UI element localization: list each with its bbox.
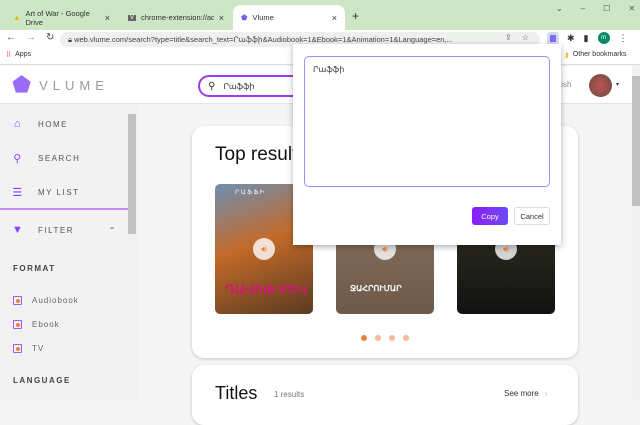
vlume-favicon: ⬟ bbox=[241, 13, 248, 22]
minimize-button[interactable]: – bbox=[581, 4, 585, 13]
checkbox-label: TV bbox=[32, 344, 45, 353]
language-heading: LANGUAGE bbox=[13, 376, 71, 385]
new-tab-button[interactable]: + bbox=[352, 9, 359, 23]
folder-icon: ▮ bbox=[565, 52, 569, 59]
see-more-label: See more bbox=[504, 389, 539, 398]
sidebar: ⌂ HOME ⚲ SEARCH ☰ MY LIST ▼ FILTER ⌃ FORMAT A… bbox=[0, 104, 138, 400]
tab-vlume[interactable]: ⬟ Vlume × bbox=[233, 5, 345, 30]
sidebar-item-my-list[interactable]: ☰ MY LIST bbox=[12, 186, 79, 199]
format-ebook-checkbox[interactable]: Ebook bbox=[13, 320, 60, 329]
list-icon: ☰ bbox=[12, 187, 24, 199]
other-bookmarks[interactable]: ▮ Other bookmarks bbox=[565, 51, 627, 59]
search-value: Րաֆֆի bbox=[223, 81, 255, 91]
audio-play-icon[interactable]: 🔊︎ bbox=[253, 238, 275, 260]
text-area-value: Րաֆֆի bbox=[313, 65, 345, 74]
checkbox-label: Audiobook bbox=[32, 296, 79, 305]
user-avatar[interactable] bbox=[589, 74, 612, 97]
close-icon[interactable]: × bbox=[105, 13, 110, 23]
bookmark-star-icon[interactable]: ☆ bbox=[522, 33, 529, 42]
nav-label: SEARCH bbox=[38, 154, 81, 163]
logo-icon: ⬟ bbox=[12, 72, 32, 97]
share-icon[interactable]: ⇪ bbox=[505, 33, 512, 42]
format-tv-checkbox[interactable]: TV bbox=[13, 344, 44, 353]
avatar-dropdown-icon[interactable]: ▾ bbox=[616, 81, 619, 88]
filter-funnel-icon: ▼ bbox=[12, 224, 25, 236]
format-heading: FORMAT bbox=[13, 264, 56, 273]
cancel-button[interactable]: Cancel bbox=[514, 207, 550, 225]
extension-popup: Րաֆֆի Copy Cancel bbox=[293, 44, 561, 245]
nav-label: HOME bbox=[38, 119, 68, 129]
apps-grid-icon: ⠿ bbox=[6, 52, 12, 59]
checkbox-label: Ebook bbox=[32, 320, 60, 329]
cover-author: Ր Ա Ֆ Ֆ Ի bbox=[235, 190, 265, 196]
cover-title: ՋԱՀՐՈՒՄԱՐ bbox=[350, 284, 402, 293]
reload-icon[interactable]: ↻ bbox=[46, 32, 54, 43]
chevron-right-icon: › bbox=[544, 389, 548, 398]
tab-title: Vlume bbox=[252, 13, 274, 22]
nav-label: MY LIST bbox=[38, 188, 80, 197]
close-window-button[interactable]: ✕ bbox=[628, 4, 635, 13]
carousel-dot-2[interactable] bbox=[375, 335, 381, 341]
tab-title: Art of War - Google Drive bbox=[25, 8, 90, 27]
back-icon[interactable]: ← bbox=[6, 32, 16, 43]
see-more-link[interactable]: See more › bbox=[504, 389, 547, 398]
chevron-up-icon: ⌃ bbox=[108, 225, 117, 235]
carousel-dot-3[interactable] bbox=[389, 335, 395, 341]
tab-google-drive[interactable]: ▲ Art of War - Google Drive × bbox=[5, 5, 118, 30]
url-text: web.vlume.com/search?type=title&search_t… bbox=[74, 35, 453, 44]
titles-count: 1 results bbox=[274, 390, 305, 399]
tab-extension[interactable]: Vchrome-extension://adioimbicr × bbox=[120, 5, 232, 30]
apps-bookmark[interactable]: ⠿ Apps bbox=[6, 51, 31, 59]
search-icon: ⚲ bbox=[13, 153, 23, 165]
tab-search-icon[interactable]: ⌄ bbox=[556, 4, 563, 13]
other-bookmarks-label: Other bookmarks bbox=[572, 51, 627, 58]
carousel-dot-1[interactable] bbox=[361, 335, 367, 341]
extensions-puzzle-icon[interactable]: ✱ bbox=[567, 33, 575, 44]
sidebar-scrollbar[interactable] bbox=[128, 114, 136, 234]
format-audiobook-checkbox[interactable]: Audiobook bbox=[13, 296, 79, 305]
divider bbox=[0, 208, 128, 210]
search-icon: ⚲ bbox=[208, 80, 216, 92]
page-scrollbar[interactable] bbox=[632, 66, 640, 400]
sidebar-item-search[interactable]: ⚲ SEARCH bbox=[12, 152, 80, 165]
sidebar-item-home[interactable]: ⌂ HOME bbox=[12, 118, 68, 130]
close-icon[interactable]: × bbox=[332, 13, 337, 23]
forward-icon[interactable]: → bbox=[26, 32, 36, 43]
cover-title: ԴԱՎԻԹ ԲԵԿ bbox=[225, 282, 307, 297]
vlume-logo[interactable]: ⬟ VLUME bbox=[12, 72, 109, 98]
carousel-dot-4[interactable] bbox=[403, 335, 409, 341]
filter-toggle[interactable]: ▼ FILTER ⌃ bbox=[12, 224, 117, 236]
home-icon: ⌂ bbox=[13, 118, 23, 130]
side-panel-icon[interactable]: ▮ bbox=[584, 33, 589, 44]
titles-card: Titles 1 results See more › bbox=[192, 365, 578, 425]
extension-page-icon: V bbox=[128, 14, 137, 21]
google-drive-icon: ▲ bbox=[13, 13, 21, 22]
text-area[interactable]: Րաֆֆի bbox=[304, 56, 550, 187]
menu-icon[interactable]: ⋮ bbox=[619, 33, 628, 44]
close-icon[interactable]: × bbox=[219, 13, 224, 23]
tab-strip: ▲ Art of War - Google Drive × Vchrome-exte… bbox=[0, 0, 640, 30]
filter-label: FILTER bbox=[38, 225, 74, 235]
profile-avatar[interactable]: m bbox=[597, 32, 610, 44]
apps-label: Apps bbox=[15, 51, 32, 58]
titles-heading: Titles bbox=[215, 383, 258, 403]
tab-title: chrome-extension://adioimbicr bbox=[141, 13, 214, 22]
maximize-button[interactable]: ☐ bbox=[603, 4, 610, 13]
copy-button[interactable]: Copy bbox=[472, 207, 508, 225]
